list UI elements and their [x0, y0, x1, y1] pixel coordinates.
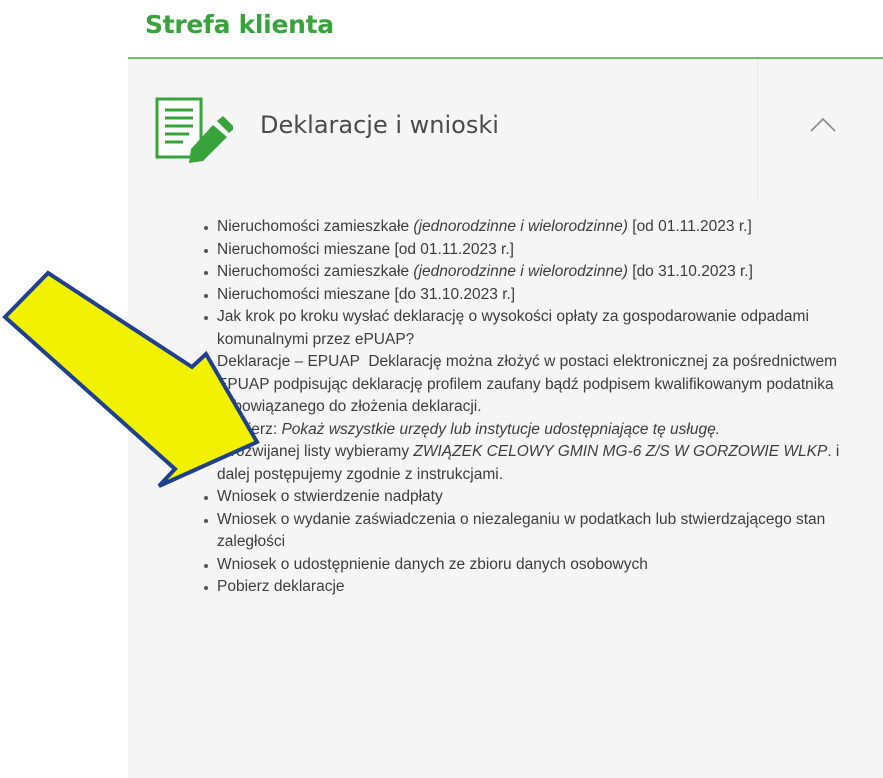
- list-item-link[interactable]: Pobierz deklaracje: [217, 578, 345, 595]
- list-item: Nieruchomości zamieszkałe (jednorodzinne…: [202, 216, 862, 239]
- list-item: Jak krok po kroku wysłać deklarację o wy…: [202, 306, 862, 351]
- list-item-link[interactable]: Nieruchomości zamieszkałe (jednorodzinne…: [217, 218, 752, 235]
- list-item-link[interactable]: Wniosek o wydanie zaświadczenia o niezal…: [217, 511, 825, 551]
- list-item-link[interactable]: Nieruchomości mieszane [do 31.10.2023 r.…: [217, 286, 515, 303]
- header-divider: [757, 59, 758, 201]
- list-item: Nieruchomości zamieszkałe (jednorodzinne…: [202, 261, 862, 284]
- accordion-header[interactable]: Deklaracje i wnioski: [128, 59, 883, 201]
- chevron-up-icon[interactable]: [809, 115, 837, 133]
- list-item: Wniosek o stwierdzenie nadpłaty: [202, 486, 862, 509]
- list-item-link[interactable]: Nieruchomości zamieszkałe (jednorodzinne…: [217, 263, 753, 280]
- list-item: Pobierz deklaracje: [202, 576, 862, 599]
- document-edit-icon: [155, 97, 233, 163]
- list-item: Nieruchomości mieszane [do 31.10.2023 r.…: [202, 284, 862, 307]
- list-item-link[interactable]: Nieruchomości mieszane [od 01.11.2023 r.…: [217, 241, 514, 258]
- accordion-panel: Deklaracje i wnioski Nieruchomości zamie…: [128, 59, 883, 778]
- list-item: Wniosek o udostępnienie danych ze zbioru…: [202, 554, 862, 577]
- list-item: Wniosek o wydanie zaświadczenia o niezal…: [202, 509, 862, 554]
- list-item-epuap: Deklaracje – EPUAP Deklarację można złoż…: [202, 351, 862, 486]
- epuap-list-instruction: Z rozwijanej listy wybieramy ZWIĄZEK CEL…: [217, 443, 840, 483]
- list-item-link[interactable]: Wniosek o udostępnienie danych ze zbioru…: [217, 556, 648, 573]
- list-item: Nieruchomości mieszane [od 01.11.2023 r.…: [202, 239, 862, 262]
- accordion-title: Deklaracje i wnioski: [260, 111, 499, 139]
- documents-list: Nieruchomości zamieszkałe (jednorodzinne…: [202, 216, 862, 599]
- epuap-choose-instruction: Wybierz: Pokaż wszystkie urzędy lub inst…: [217, 420, 720, 438]
- list-item-link[interactable]: Wniosek o stwierdzenie nadpłaty: [217, 488, 443, 505]
- epuap-link[interactable]: Deklaracje – EPUAP: [217, 353, 360, 370]
- list-item-link[interactable]: Jak krok po kroku wysłać deklarację o wy…: [217, 308, 809, 348]
- section-title: Strefa klienta: [145, 10, 334, 39]
